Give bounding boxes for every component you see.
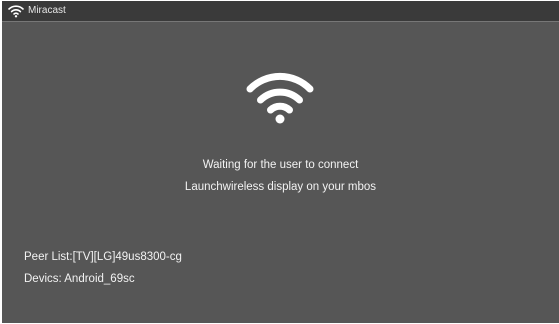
wifi-icon xyxy=(8,5,24,18)
miracast-screen: Miracast Waiting for the user to connect… xyxy=(2,1,559,323)
title-bar: Miracast xyxy=(2,1,559,22)
status-message-instruction: Launchwireless display on your mbos xyxy=(184,181,377,193)
device-name-text: Devics: Android_69sc xyxy=(24,273,135,285)
window-title: Miracast xyxy=(28,5,66,16)
wifi-icon xyxy=(246,72,314,124)
status-message-waiting: Waiting for the user to connect xyxy=(202,159,359,171)
peer-list-text: Peer List:[TV][LG]49us8300-cg xyxy=(24,251,182,263)
